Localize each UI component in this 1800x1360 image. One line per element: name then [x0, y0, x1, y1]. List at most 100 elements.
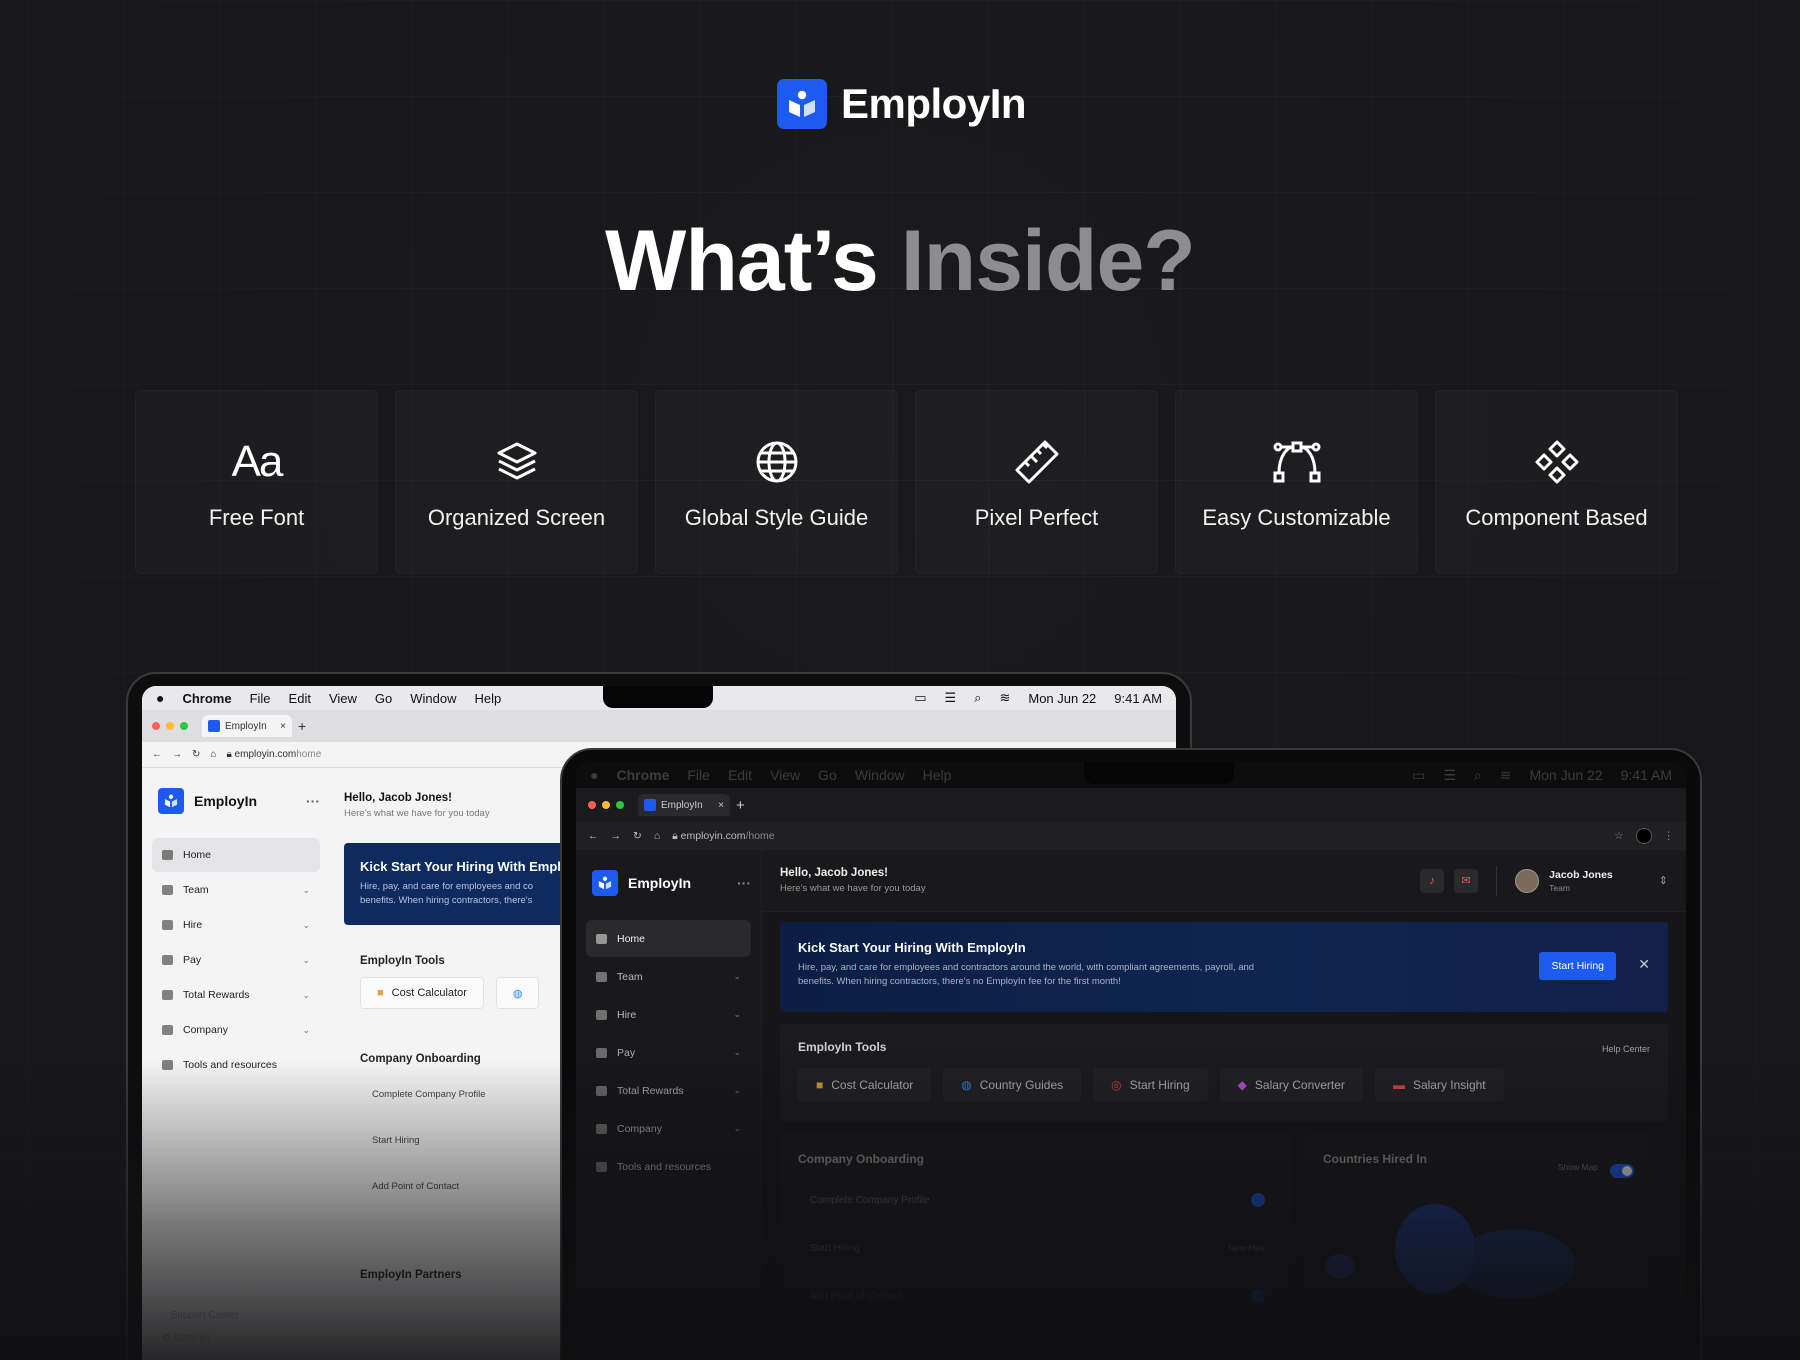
sidebar-item-pay[interactable]: Pay ⌄	[586, 1034, 751, 1071]
page-headline: What’s Inside?	[0, 212, 1800, 311]
apple-icon[interactable]: ●	[590, 767, 598, 783]
tool-country-guides[interactable]: ◍	[495, 977, 540, 1009]
onboarding-item[interactable]: Complete Company Profile	[798, 1176, 1275, 1224]
start-hiring-button[interactable]: Start Hiring	[1539, 952, 1616, 980]
search-icon[interactable]: ⌕	[1474, 767, 1482, 784]
home-icon[interactable]: ⌂	[654, 830, 660, 842]
browser-tab[interactable]: EmployIn ×	[202, 715, 292, 737]
menubar-app[interactable]: Chrome	[182, 691, 231, 706]
close-icon[interactable]: ✕	[1638, 956, 1650, 973]
onboarding-title: Company Onboarding	[798, 1152, 924, 1166]
employin-logo-icon	[592, 870, 618, 896]
sidebar-item-home[interactable]: Home	[586, 920, 751, 957]
new-hire-link[interactable]: New Hire	[1228, 1243, 1265, 1253]
tab-close-icon[interactable]: ×	[280, 721, 286, 732]
components-icon	[1534, 437, 1580, 487]
url[interactable]: 🔒︎ employin.comhome	[226, 749, 321, 760]
menubar-app[interactable]: Chrome	[616, 767, 669, 783]
menubar-view[interactable]: View	[770, 767, 800, 783]
address-bar[interactable]: ← → ↻ ⌂ 🔒︎ employin.com/home ☆ ⋮	[576, 822, 1686, 850]
menubar-file[interactable]: File	[250, 691, 271, 706]
help-center-link[interactable]: Help Center	[1602, 1044, 1650, 1054]
sidebar-item-tools[interactable]: Tools and resources	[586, 1148, 751, 1185]
reload-icon[interactable]: ↻	[633, 830, 642, 842]
sidebar-item-team[interactable]: Team ⌄	[586, 958, 751, 995]
sidebar-item-company[interactable]: Company ⌄	[586, 1110, 751, 1147]
notification-bell-icon[interactable]: ♪	[1420, 868, 1445, 893]
menubar-help[interactable]: Help	[475, 691, 502, 706]
tool-start-hiring[interactable]: ◎ Start Hiring	[1093, 1068, 1208, 1102]
tab-title: EmployIn	[661, 799, 703, 811]
control-center-icon[interactable]: ☰	[1443, 767, 1456, 784]
forward-icon[interactable]: →	[172, 749, 182, 760]
messages-icon[interactable]: ✉	[1454, 868, 1479, 893]
back-icon[interactable]: ←	[152, 749, 162, 760]
battery-icon[interactable]: ▭	[1412, 767, 1425, 784]
tool-salary-insight[interactable]: ▬ Salary Insight	[1374, 1068, 1504, 1102]
sidebar-item-team[interactable]: Team ⌄	[152, 873, 320, 907]
sidebar-item-hire[interactable]: Hire ⌄	[152, 908, 320, 942]
sidebar-item-tools[interactable]: Tools and resources	[152, 1048, 320, 1082]
battery-icon[interactable]: ▭	[914, 690, 926, 706]
menubar-window[interactable]: Window	[410, 691, 456, 706]
tab-close-icon[interactable]: ×	[718, 800, 724, 811]
more-icon[interactable]: ···	[306, 793, 320, 809]
more-icon[interactable]: ···	[737, 875, 751, 891]
tool-country-guides[interactable]: ◍ Country Guides	[943, 1068, 1082, 1102]
tool-salary-converter[interactable]: ◆ Salary Converter	[1219, 1068, 1363, 1102]
menubar-go[interactable]: Go	[818, 767, 837, 783]
sidebar-item-hire[interactable]: Hire ⌄	[586, 996, 751, 1033]
menubar-window[interactable]: Window	[855, 767, 905, 783]
menubar-help[interactable]: Help	[923, 767, 952, 783]
onboarding-item[interactable]: Add Point of Contact	[798, 1272, 1275, 1320]
tool-cost-calculator[interactable]: ■ Cost Calculator	[798, 1068, 932, 1102]
sidebar-item-home[interactable]: Home	[152, 838, 320, 872]
tool-label: Salary Converter	[1254, 1078, 1345, 1092]
back-icon[interactable]: ←	[588, 830, 599, 842]
user-info[interactable]: Jacob Jones Team	[1549, 869, 1613, 893]
forward-icon[interactable]: →	[611, 830, 622, 842]
menubar-file[interactable]: File	[687, 767, 710, 783]
sidebar-item-pay[interactable]: Pay ⌄	[152, 943, 320, 977]
window-minimize-button[interactable]	[166, 722, 174, 730]
reload-icon[interactable]: ↻	[192, 749, 200, 760]
menubar-go[interactable]: Go	[375, 691, 392, 706]
window-maximize-button[interactable]	[616, 801, 624, 809]
sidebar-brand: EmployIn	[194, 793, 258, 809]
sidebar-logo: EmployIn ···	[152, 788, 320, 814]
window-close-button[interactable]	[152, 722, 160, 730]
window-minimize-button[interactable]	[602, 801, 610, 809]
wifi-icon[interactable]: ≋	[1500, 767, 1512, 784]
avatar[interactable]	[1515, 868, 1540, 893]
browser-tab[interactable]: EmployIn ×	[638, 794, 730, 816]
new-tab-icon[interactable]: +	[736, 797, 745, 814]
browser-menu-icon[interactable]: ⋮	[1664, 830, 1675, 842]
camera-notch	[1084, 762, 1234, 784]
sidebar-item-total-rewards[interactable]: Total Rewards ⌄	[152, 978, 320, 1012]
settings-link[interactable]: ⚙ Settings	[152, 1327, 249, 1350]
url[interactable]: 🔒︎ employin.com/home	[672, 830, 774, 843]
tool-cost-calculator[interactable]: ■ Cost Calculator	[360, 977, 484, 1009]
profile-icon[interactable]	[1635, 828, 1652, 844]
window-close-button[interactable]	[588, 801, 596, 809]
sidebar-item-company[interactable]: Company ⌄	[152, 1013, 320, 1047]
window-maximize-button[interactable]	[180, 722, 188, 730]
sidebar-item-label: Hire	[617, 1008, 637, 1021]
menubar-edit[interactable]: Edit	[289, 691, 311, 706]
insight-icon: ▬	[1392, 1078, 1405, 1092]
bookmark-star-icon[interactable]: ☆	[1614, 830, 1623, 842]
new-tab-icon[interactable]: +	[298, 718, 306, 734]
wifi-icon[interactable]: ≋	[999, 690, 1010, 706]
control-center-icon[interactable]: ☰	[945, 690, 957, 706]
apple-icon[interactable]: ●	[156, 690, 164, 706]
show-map-toggle[interactable]	[1610, 1164, 1634, 1178]
support-center-link[interactable]: ◌ Support Center	[152, 1304, 249, 1327]
banner-title: Kick Start Your Hiring With EmployIn	[798, 940, 1026, 955]
chevron-updown-icon[interactable]: ⇕	[1659, 874, 1668, 887]
sidebar-item-total-rewards[interactable]: Total Rewards ⌄	[586, 1072, 751, 1109]
menubar-edit[interactable]: Edit	[728, 767, 752, 783]
search-icon[interactable]: ⌕	[974, 690, 981, 706]
home-icon[interactable]: ⌂	[210, 749, 216, 760]
onboarding-item[interactable]: Start Hiring New Hire	[798, 1224, 1275, 1272]
menubar-view[interactable]: View	[329, 691, 357, 706]
